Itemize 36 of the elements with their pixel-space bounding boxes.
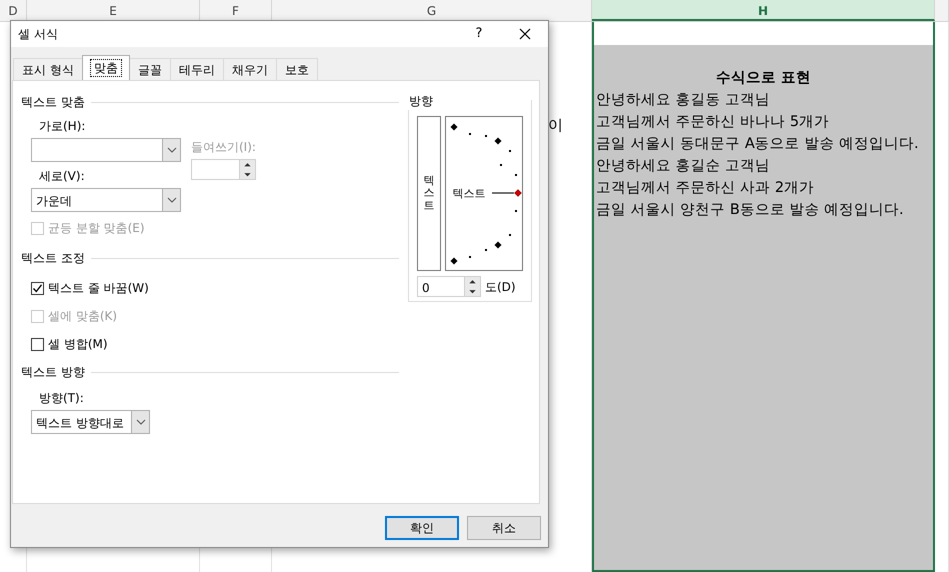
checkbox-label[interactable]: 셀 병합(M) — [48, 335, 108, 353]
vertical-text-button[interactable]: 텍스트 — [417, 116, 442, 271]
column-header[interactable]: H — [592, 0, 935, 21]
field-label: 도(D) — [485, 278, 516, 296]
degrees-field[interactable]: 0 — [417, 276, 481, 297]
group-heading: 텍스트 조정 — [21, 250, 85, 267]
dropdown[interactable]: 텍스트 방향대로 — [31, 410, 150, 434]
cell-text-line: 고객님께서 주문하신 바나나 5개가 — [595, 113, 830, 132]
field-label: 들여쓰기(I): — [191, 140, 256, 154]
cell-text-line: 안녕하세요 홍길동 고객님 — [595, 91, 772, 110]
checkbox[interactable] — [31, 282, 44, 294]
cell-text-line: 안녕하세요 홍길순 고객님 — [595, 157, 772, 176]
field-label: 세로(V): — [39, 168, 86, 185]
selected-cell[interactable]: 수식으로 표현 안녕하세요 홍길동 고객님 고객님께서 주문하신 바나나 5개가 금일 서울시 동대문구 A동으로 발송 예정입니다. 안녕하세요 홍길순 고객님 고객님께서 주문하신 사과 2개가 금일 서울시 양천구 B동으로 발송 예정입니다. — [592, 22, 935, 572]
group-heading: 텍스트 방향 — [21, 364, 85, 381]
cell-text-line: 고객님께서 주문하신 사과 2개가 — [595, 179, 816, 198]
cell-text-line: 금일 서울시 동대문구 A동으로 발송 예정입니다. — [595, 135, 920, 154]
group-heading: 텍스트 맞춤 — [21, 94, 85, 111]
dialog-button[interactable]: 취소 — [467, 516, 541, 540]
cell-text: 이 — [548, 115, 563, 136]
cell-text-line: 금일 서울시 양천구 B동으로 발송 예정입니다. — [595, 201, 905, 220]
dial-label: 텍스트 — [452, 186, 486, 202]
tab[interactable]: 표시 형식 — [13, 58, 83, 80]
tab[interactable]: 보호 — [276, 58, 318, 80]
checkbox-label[interactable]: 텍스트 줄 바꿈(W) — [48, 279, 149, 297]
tab[interactable]: 맞춤 — [82, 55, 130, 80]
orientation-dial[interactable]: 텍스트 — [445, 116, 523, 271]
help-button[interactable]: ? — [456, 21, 502, 47]
window-title: 셀 서식 — [18, 26, 59, 43]
checkbox[interactable] — [31, 338, 44, 350]
field-label: 가로(H): — [39, 118, 86, 135]
field-label: 방향(T): — [39, 390, 85, 407]
dialog-button[interactable]: 확인 — [385, 516, 459, 540]
cell-title: 수식으로 표현 — [714, 69, 812, 88]
dropdown[interactable]: 가운데 — [31, 188, 181, 212]
close-icon[interactable] — [519, 28, 531, 40]
